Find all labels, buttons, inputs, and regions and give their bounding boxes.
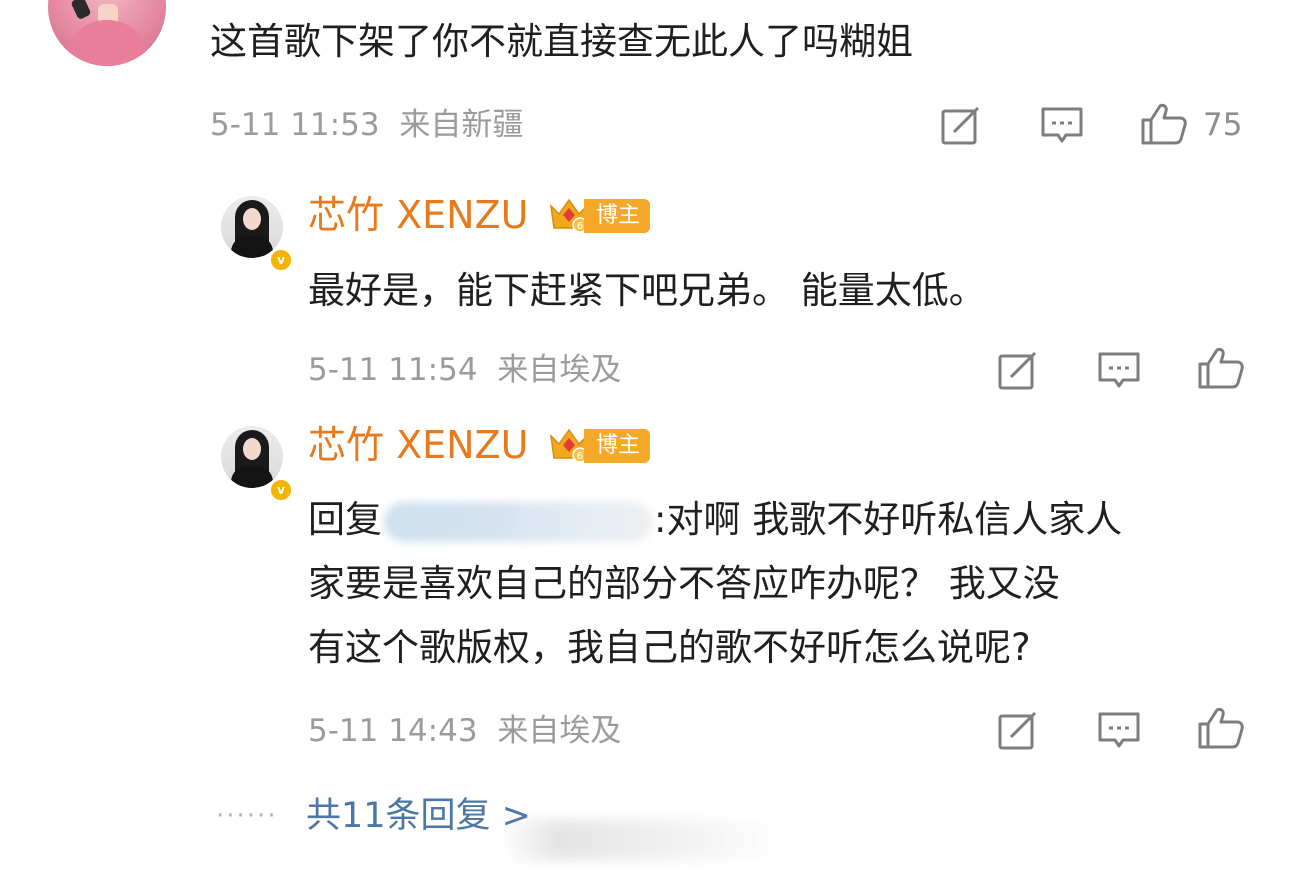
like-count: 75 bbox=[1203, 107, 1243, 143]
reply-after-mention: :对啊 我歌不好听私信人家人 bbox=[654, 498, 1123, 541]
reply-source: 来自埃及 bbox=[497, 713, 622, 749]
reply-avatar[interactable]: v bbox=[221, 426, 293, 502]
reply-text-line: 回复 :对啊 我歌不好听私信人家人 bbox=[308, 488, 1122, 552]
comment-icon[interactable] bbox=[1040, 106, 1084, 146]
reply-username[interactable]: 芯竹 XENZU bbox=[308, 190, 528, 240]
blogger-badge: 博主 bbox=[584, 199, 651, 233]
reply-time: 5-11 14:43 bbox=[308, 713, 478, 749]
reply-avatar[interactable]: v bbox=[221, 196, 293, 272]
reply-time: 5-11 11:54 bbox=[308, 352, 478, 388]
blogger-badge: 博主 bbox=[584, 429, 651, 463]
reply-prefix: 回复 bbox=[308, 498, 382, 541]
separator-dots: ······ bbox=[216, 801, 278, 831]
share-icon[interactable] bbox=[997, 351, 1039, 391]
verified-badge-icon: v bbox=[269, 248, 293, 272]
svg-text:6: 6 bbox=[577, 221, 583, 232]
comment-time: 5-11 11:53 bbox=[210, 107, 380, 143]
reply-meta: 5-11 11:54 来自埃及 bbox=[308, 350, 621, 390]
comment-text: 这首歌下架了你不就直接查无此人了吗糊姐 bbox=[210, 20, 913, 63]
redacted-mention[interactable] bbox=[384, 501, 652, 542]
reply-username[interactable]: 芯竹 XENZU bbox=[308, 420, 528, 470]
share-icon[interactable] bbox=[997, 711, 1039, 751]
comment-icon[interactable] bbox=[1097, 351, 1141, 391]
comment-icon[interactable] bbox=[1097, 711, 1141, 751]
thumbs-up-icon[interactable] bbox=[1140, 102, 1188, 146]
reply-text-line: 家要是喜欢自己的部分不答应咋办呢？ 我又没 bbox=[308, 562, 1060, 605]
reply-text: 最好是，能下赶紧下吧兄弟。 能量太低。 bbox=[308, 269, 986, 312]
thumbs-up-icon[interactable] bbox=[1197, 346, 1245, 390]
reply-source: 来自埃及 bbox=[497, 352, 622, 388]
comment-source: 来自新疆 bbox=[399, 107, 524, 143]
comment-meta: 5-11 11:53 来自新疆 bbox=[210, 105, 523, 145]
share-icon[interactable] bbox=[940, 106, 982, 146]
reply-text-line: 有这个歌版权，我自己的歌不好听怎么说呢? bbox=[308, 626, 1031, 669]
reply-meta: 5-11 14:43 来自埃及 bbox=[308, 711, 621, 751]
thumbs-up-icon[interactable] bbox=[1197, 706, 1245, 750]
watermark bbox=[500, 820, 790, 860]
more-replies-link[interactable]: 共11条回复 > bbox=[306, 796, 531, 836]
verified-badge-icon: v bbox=[269, 478, 293, 502]
commenter-avatar[interactable] bbox=[48, 0, 166, 66]
svg-text:6: 6 bbox=[577, 451, 583, 462]
